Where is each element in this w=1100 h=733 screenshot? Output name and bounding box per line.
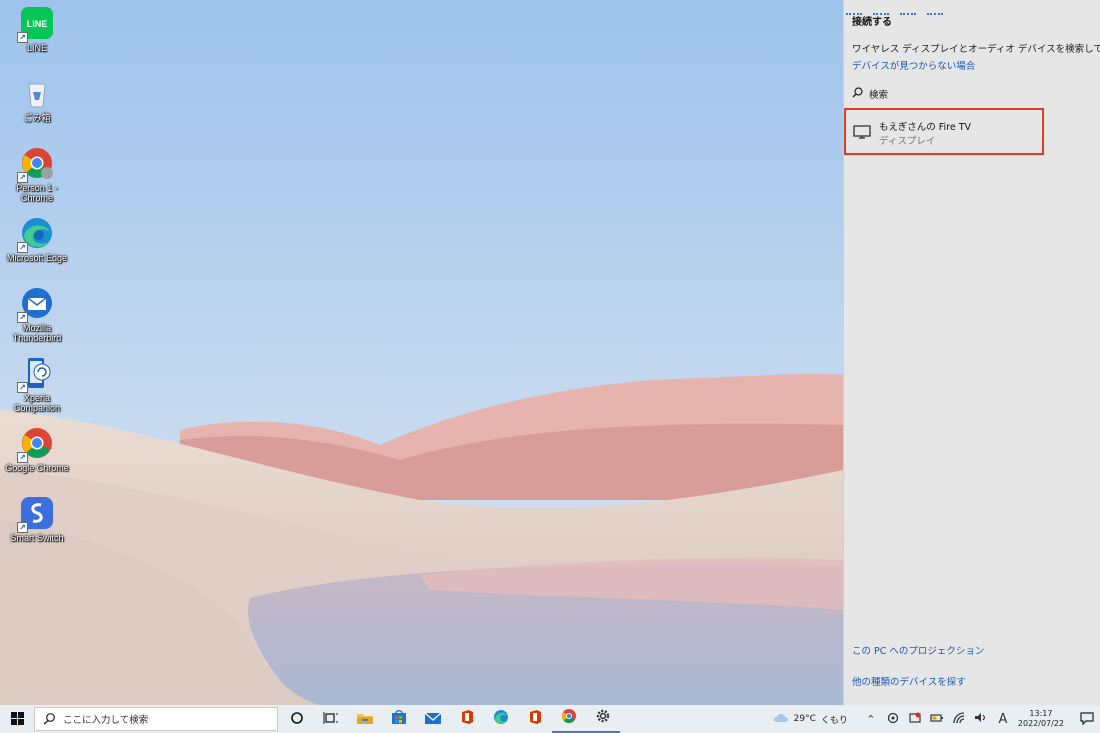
wifi-icon (953, 711, 965, 727)
display-monitor-icon (853, 124, 871, 143)
office-icon (527, 709, 543, 729)
cortana-icon (290, 710, 304, 729)
device-item-fire-tv[interactable]: もえぎさんの Fire TV ディスプレイ (844, 108, 1044, 155)
taskbar-settings[interactable] (586, 705, 620, 733)
panel-search: 検索 (852, 87, 888, 101)
desktop: LINE ↗ LINE ごみ箱 ↗ Person 1 - Chrome ↗ Mi… (0, 0, 843, 705)
taskbar-file-explorer[interactable] (348, 705, 382, 733)
microsoft-store-icon (391, 709, 407, 729)
start-button[interactable] (0, 705, 34, 733)
notification-center-button[interactable] (1074, 705, 1100, 733)
recycle-bin-icon (20, 76, 54, 110)
show-hidden-icons-button[interactable]: ⌃ (860, 705, 882, 733)
cortana-button[interactable] (280, 705, 314, 733)
tray-battery[interactable] (926, 705, 948, 733)
clock-date: 2022/07/22 (1017, 719, 1064, 728)
speaker-icon (974, 712, 987, 726)
task-view-icon (323, 710, 339, 729)
desktop-icon-google-chrome[interactable]: ↗ Google Chrome (2, 426, 72, 473)
file-explorer-icon (356, 710, 374, 729)
desktop-icon-xperia[interactable]: ↗ Xperia Companion (2, 356, 72, 413)
clock-time: 13:17 (1029, 709, 1053, 718)
desktop-icon-thunderbird[interactable]: ↗ Mozilla Thunderbird (2, 286, 72, 343)
search-label: 検索 (869, 90, 889, 101)
settings-icon (595, 708, 611, 728)
chevron-up-icon: ⌃ (866, 712, 876, 726)
panel-description: ワイヤレス ディスプレイとオーディオ デバイスを検索しています (852, 44, 1100, 55)
mail-icon (424, 710, 442, 729)
tray-network[interactable] (948, 705, 970, 733)
taskbar-chrome[interactable] (552, 705, 586, 733)
battery-icon (930, 713, 944, 726)
security-icon (909, 712, 921, 727)
weather-temp: 29°C (793, 714, 816, 724)
chrome-icon (561, 708, 577, 728)
device-not-found-link[interactable]: デバイスが見つからない場合 (852, 58, 975, 72)
tray-volume[interactable] (970, 705, 992, 733)
taskbar-edge[interactable] (484, 705, 518, 733)
cloud-icon (773, 713, 789, 726)
tray-app-2[interactable] (904, 705, 926, 733)
search-icon (852, 87, 863, 101)
desktop-icon-line[interactable]: LINE ↗ LINE (2, 6, 72, 53)
taskbar: ここに入力して検索 29°C くもり ⌃ A 13:17 2022/07/22 (0, 705, 1100, 733)
xperia-companion-icon: ↗ (17, 356, 54, 393)
svg-text:LINE: LINE (27, 19, 48, 29)
line-app-icon: LINE ↗ (17, 6, 54, 43)
other-devices-link[interactable]: 他の種類のデバイスを探す (852, 674, 966, 688)
tray-app-1[interactable] (882, 705, 904, 733)
desktop-icon-edge[interactable]: ↗ Microsoft Edge (2, 216, 72, 263)
weather-condition: くもり (820, 715, 848, 726)
chrome-profile-icon: ↗ (17, 146, 54, 183)
search-placeholder: ここに入力して検索 (63, 715, 149, 726)
panel-title: 接続する (852, 17, 892, 28)
search-icon (43, 710, 55, 729)
windows-logo-icon (10, 710, 24, 729)
sync-icon (887, 712, 899, 727)
ime-indicator[interactable]: A (992, 705, 1014, 733)
desktop-icon-chrome-person[interactable]: ↗ Person 1 - Chrome (2, 146, 72, 203)
device-type: ディスプレイ (879, 136, 936, 147)
notification-icon (1080, 710, 1094, 729)
taskbar-office[interactable] (450, 705, 484, 733)
desktop-icon-smart-switch[interactable]: ↗ Smart Switch (2, 496, 72, 543)
device-name: もえぎさんの Fire TV (879, 122, 972, 133)
weather-widget[interactable]: 29°C くもり (773, 713, 848, 726)
taskbar-search-box[interactable]: ここに入力して検索 (34, 707, 278, 731)
projection-link[interactable]: この PC へのプロジェクション (852, 643, 984, 657)
chrome-icon: ↗ (17, 426, 54, 463)
thunderbird-icon: ↗ (17, 286, 54, 323)
desktop-wallpaper (0, 0, 843, 705)
progress-dots (846, 0, 956, 15)
edge-icon: ↗ (17, 216, 54, 253)
desktop-icon-recycle-bin[interactable]: ごみ箱 (2, 76, 72, 123)
taskbar-mail[interactable] (416, 705, 450, 733)
taskbar-microsoft-store[interactable] (382, 705, 416, 733)
system-tray: 29°C くもり ⌃ A 13:17 2022/07/22 (773, 705, 1100, 733)
taskbar-office-2[interactable] (518, 705, 552, 733)
task-view-button[interactable] (314, 705, 348, 733)
connect-panel: 接続する ワイヤレス ディスプレイとオーディオ デバイスを検索しています デバイ… (843, 0, 1100, 705)
smart-switch-icon: ↗ (17, 496, 54, 533)
taskbar-clock[interactable]: 13:17 2022/07/22 (1018, 709, 1064, 729)
edge-icon (493, 709, 509, 729)
office-icon (459, 709, 475, 729)
